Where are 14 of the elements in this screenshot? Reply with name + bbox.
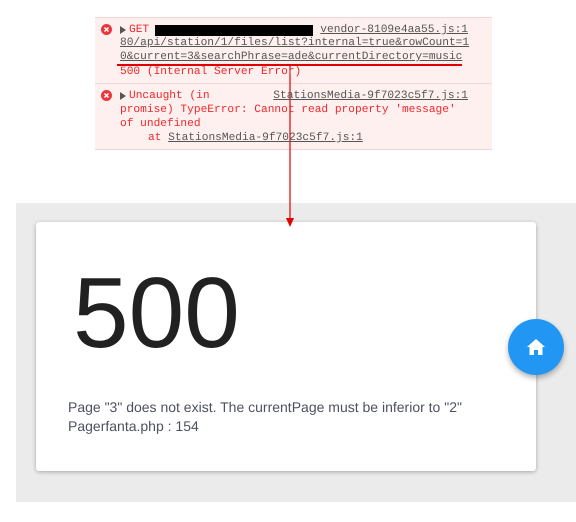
stack-at: at [148, 132, 162, 144]
request-method: GET [129, 23, 150, 36]
source-link[interactable]: vendor-8109e4aa55.js:1 [320, 23, 468, 37]
home-button[interactable] [508, 319, 564, 375]
error-message: Page "3" does not exist. The currentPage must be inferior to "2" [68, 398, 463, 417]
expand-triangle-icon[interactable] [120, 92, 126, 100]
error-text: of undefined [120, 117, 202, 131]
url-link[interactable]: 80/api/station/1/files/list?internal=true&rowCount=1 [120, 37, 468, 51]
error-text: Uncaught (in [129, 89, 210, 103]
error-code: 500 [73, 258, 240, 368]
expand-triangle-icon[interactable] [120, 26, 126, 34]
error-location: Pagerfanta.php : 154 [68, 417, 200, 436]
home-icon [527, 339, 545, 355]
url-link[interactable]: 0&current=3&searchPhrase=ade&currentDirectory=music [120, 51, 468, 65]
